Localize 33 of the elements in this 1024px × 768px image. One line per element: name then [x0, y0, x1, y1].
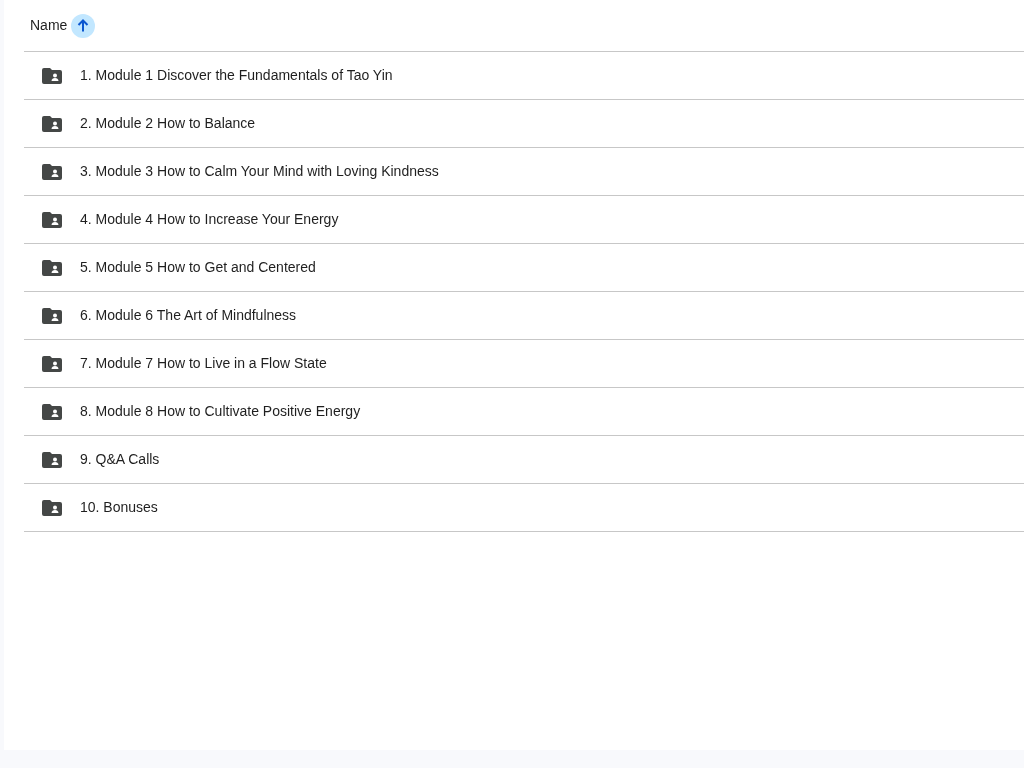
- folder-name: 6. Module 6 The Art of Mindfulness: [80, 306, 297, 325]
- folder-name: 9. Q&A Calls: [80, 450, 160, 469]
- folder-row[interactable]: 3. Module 3 How to Calm Your Mind with Loving Kindness: [24, 148, 1024, 196]
- shared-folder-icon: [42, 67, 62, 84]
- shared-folder-icon: [42, 403, 62, 420]
- folder-row[interactable]: 8. Module 8 How to Cultivate Positive Energy: [24, 388, 1024, 436]
- folder-row[interactable]: 2. Module 2 How to Balance: [24, 100, 1024, 148]
- shared-folder-icon: [42, 115, 62, 132]
- folder-row[interactable]: 4. Module 4 How to Increase Your Energy: [24, 196, 1024, 244]
- folder-name: 3. Module 3 How to Calm Your Mind with Loving Kindness: [80, 162, 439, 181]
- folder-row[interactable]: 10. Bonuses: [24, 484, 1024, 532]
- shared-folder-icon: [42, 259, 62, 276]
- shared-folder-icon: [42, 211, 62, 228]
- sort-button[interactable]: [71, 13, 96, 38]
- folder-name: 1. Module 1 Discover the Fundamentals of Tao Yin: [80, 66, 393, 85]
- folder-row[interactable]: 6. Module 6 The Art of Mindfulness: [24, 292, 1024, 340]
- folder-name: 5. Module 5 How to Get and Centered: [80, 258, 316, 277]
- folder-row[interactable]: 5. Module 5 How to Get and Centered: [24, 244, 1024, 292]
- folder-row[interactable]: 1. Module 1 Discover the Fundamentals of Tao Yin: [24, 52, 1024, 100]
- shared-folder-icon: [42, 355, 62, 372]
- name-column-header[interactable]: Name: [30, 15, 68, 36]
- up-arrow-icon: [76, 18, 91, 33]
- folder-row[interactable]: 9. Q&A Calls: [24, 436, 1024, 484]
- folder-name: 10. Bonuses: [80, 498, 158, 517]
- folder-name: 7. Module 7 How to Live in a Flow State: [80, 354, 327, 373]
- folder-name: 4. Module 4 How to Increase Your Energy: [80, 210, 339, 229]
- shared-folder-icon: [42, 451, 62, 468]
- shared-folder-icon: [42, 163, 62, 180]
- folder-name: 8. Module 8 How to Cultivate Positive Energy: [80, 402, 361, 421]
- shared-folder-icon: [42, 307, 62, 324]
- folder-name: 2. Module 2 How to Balance: [80, 114, 256, 133]
- folder-row[interactable]: 7. Module 7 How to Live in a Flow State: [24, 340, 1024, 388]
- shared-folder-icon: [42, 499, 62, 516]
